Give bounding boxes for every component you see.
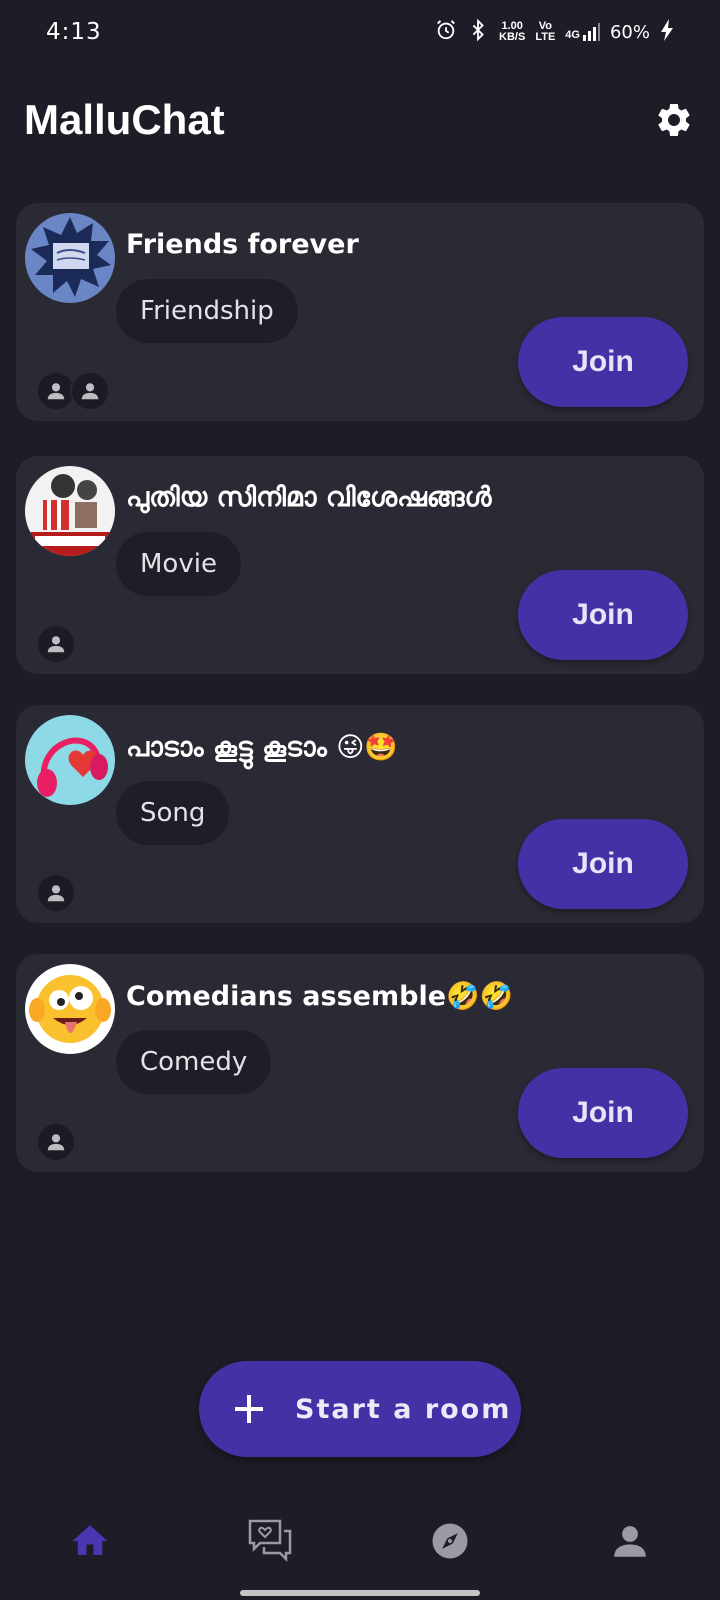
room-avatar [25,466,115,556]
start-room-label: Start a room [295,1393,512,1425]
network-type: 4G [565,29,580,41]
room-card[interactable]: പാടാം കൂട്ടു കൂടാം 😜🤩 Song Join [16,705,704,923]
member-icons [36,873,76,913]
battery-percent: 60% [609,21,650,43]
room-tag[interactable]: Song [116,781,230,845]
person-icon [36,624,76,664]
settings-button[interactable] [652,98,696,142]
status-bar: 4:13 1.00 KB/S Vo LTE 4G 60% [0,0,720,64]
join-button[interactable]: Join [518,317,688,407]
person-icon [36,873,76,913]
gear-icon [658,103,690,136]
net-speed: 1.00 KB/S [499,21,525,43]
chat-heart-icon [248,1519,292,1563]
nav-chats[interactable] [225,1516,315,1566]
person-icon [70,371,110,411]
volte-bottom: LTE [535,31,556,43]
member-icons [36,624,76,664]
room-title: Comedians assemble🤣🤣 [126,981,514,1012]
home-icon [72,1525,108,1555]
person-icon [36,1122,76,1162]
nav-home[interactable] [45,1516,135,1566]
room-title: പുതിയ സിനിമാ വിശേഷങ്ങൾ [126,482,492,513]
member-icons [36,371,110,411]
net-speed-unit: KB/S [499,31,526,43]
plus-icon [235,1395,263,1423]
person-icon [614,1526,646,1557]
app-title: MalluChat [24,96,225,143]
room-avatar [25,715,115,805]
room-card[interactable]: പുതിയ സിനിമാ വിശേഷങ്ങൾ Movie Join [16,456,704,674]
join-button[interactable]: Join [518,1068,688,1158]
app-header: MalluChat [24,90,696,150]
room-title: Friends forever [126,229,359,260]
bluetooth-icon [467,18,489,46]
room-title: പാടാം കൂട്ടു കൂടാം 😜🤩 [126,732,399,763]
room-tag[interactable]: Movie [116,532,241,596]
status-icons: 1.00 KB/S Vo LTE 4G 60% [435,18,674,46]
nav-profile[interactable] [585,1516,675,1566]
status-time: 4:13 [46,19,102,45]
bottom-nav [0,1496,720,1600]
compass-icon [432,1523,468,1559]
room-avatar [25,213,115,303]
room-card[interactable]: Comedians assemble🤣🤣 Comedy Join [16,954,704,1172]
join-button[interactable]: Join [518,819,688,909]
member-icons [36,1122,76,1162]
volte-indicator: Vo LTE [535,21,555,43]
alarm-icon [435,19,457,46]
room-avatar [25,964,115,1054]
gesture-bar[interactable] [240,1590,480,1596]
join-button[interactable]: Join [518,570,688,660]
room-tag[interactable]: Comedy [116,1030,272,1094]
nav-explore[interactable] [405,1516,495,1566]
charging-icon [660,18,674,46]
signal-icon: 4G [565,23,600,41]
start-room-button[interactable]: Start a room [199,1361,521,1457]
room-tag[interactable]: Friendship [116,279,298,343]
room-card[interactable]: Friends forever Friendship Join [16,203,704,421]
